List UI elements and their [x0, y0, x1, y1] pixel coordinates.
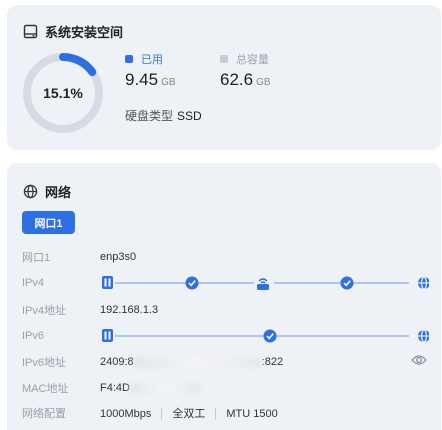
used-swatch: [125, 55, 133, 63]
used-label: 已用: [141, 54, 163, 66]
divider: [215, 408, 217, 421]
check-circle-icon: [185, 276, 199, 290]
total-value: 62.6: [220, 70, 254, 89]
network-card-title: 网络: [23, 182, 71, 201]
router-icon: [257, 278, 269, 290]
globe-icon: [418, 276, 429, 290]
used-value: 9.45: [125, 70, 159, 89]
config-duplex: 全双工: [172, 408, 206, 420]
storage-card-title: 系统安装空间: [23, 22, 123, 41]
disk-type-label: 硬盘类型: [125, 109, 174, 123]
ipv4-addr-value: 192.168.1.3: [100, 304, 159, 316]
mac-value: F4:4D: [100, 382, 200, 394]
ipv6-addr-row: IPv6地址 2409:8 :822: [22, 353, 283, 371]
divider: [161, 408, 163, 421]
config-speed: 1000Mbps: [100, 408, 152, 420]
check-circle-icon: [340, 276, 354, 290]
used-unit: GB: [161, 77, 176, 88]
network-title-text: 网络: [45, 185, 72, 200]
ipv4-addr-row: IPv4地址 192.168.1.3: [22, 301, 158, 319]
check-circle-icon: [263, 329, 277, 343]
ipv4-row: IPv4: [22, 274, 100, 292]
used-stat: 已用 9.45 GB: [125, 51, 176, 90]
ipv4-label: IPv4: [22, 277, 45, 289]
ipv6-addr-redacted: [133, 356, 262, 368]
ipv6-label: IPv6: [22, 330, 45, 342]
ipv6-topology: [102, 329, 429, 343]
ipv6-row: IPv6: [22, 327, 100, 345]
tab-port1[interactable]: 网口1: [22, 211, 75, 234]
total-unit: GB: [256, 77, 271, 88]
globe-icon: [418, 329, 429, 343]
mac-row: MAC地址 F4:4D: [22, 379, 200, 397]
device-icon: [102, 276, 113, 289]
mac-label: MAC地址: [22, 383, 69, 395]
ipv6-addr-prefix: 2409:8: [100, 356, 134, 368]
ipv4-topology: [102, 276, 429, 290]
config-label: 网络配置: [22, 408, 66, 420]
eye-icon[interactable]: [411, 354, 427, 366]
usage-percent: 15.1%: [43, 85, 83, 101]
port-label: 网口1: [22, 252, 51, 264]
globe-icon: [23, 184, 38, 199]
ipv4-addr-label: IPv4地址: [22, 305, 67, 317]
ipv6-addr-suffix: :822: [261, 356, 284, 368]
mac-redacted: [129, 382, 200, 394]
ipv6-addr-value: 2409:8 :822: [100, 356, 283, 368]
total-label: 总容量: [236, 54, 269, 66]
storage-card: 系统安装空间 15.1% 已用 9.45 GB 总容量 62.6 GB 硬盘类型 SS…: [7, 5, 441, 150]
disk-type-value: SSD: [177, 109, 202, 123]
total-stat: 总容量 62.6 GB: [220, 51, 271, 90]
storage-title-text: 系统安装空间: [45, 25, 124, 40]
device-icon: [102, 329, 113, 342]
port-row: 网口1 enp3s0: [22, 248, 136, 266]
total-swatch: [220, 55, 228, 63]
config-row: 网络配置 1000Mbps 全双工 MTU 1500: [22, 404, 278, 422]
mac-prefix: F4:4D: [100, 382, 130, 394]
disk-type: 硬盘类型 SSD: [125, 107, 202, 124]
config-value: 1000Mbps 全双工 MTU 1500: [100, 405, 278, 421]
hard-drive-icon: [23, 24, 38, 39]
ipv6-addr-label: IPv6地址: [22, 357, 67, 369]
port-value: enp3s0: [100, 251, 137, 263]
config-mtu: MTU 1500: [226, 408, 278, 420]
network-card: 网络 网口1 网口1 enp3s0 IPv4 IPv4地址 192.168.1.…: [7, 163, 441, 430]
